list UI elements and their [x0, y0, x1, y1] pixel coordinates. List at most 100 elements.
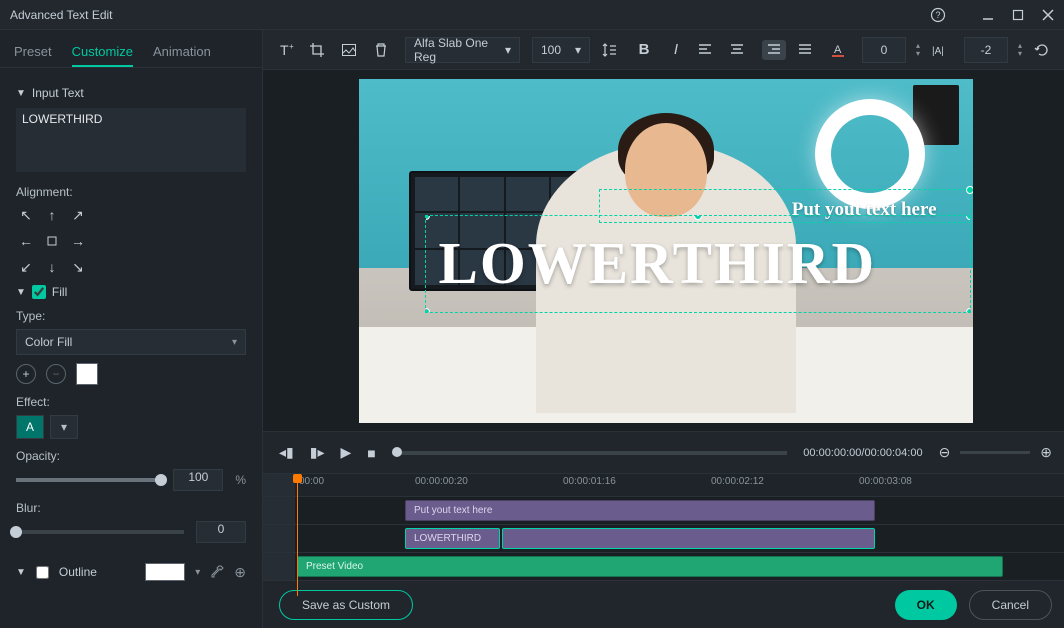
window-title: Advanced Text Edit: [10, 8, 930, 22]
text-color-icon[interactable]: A: [830, 42, 850, 58]
chevron-down-icon: ▾: [505, 43, 511, 57]
fill-type-select[interactable]: Color Fill ▾: [16, 329, 246, 355]
align-bc-icon[interactable]: ↓: [42, 257, 62, 277]
char-spacing-input[interactable]: 0: [862, 37, 906, 63]
add-text-icon[interactable]: T+: [277, 41, 297, 59]
align-tl-icon[interactable]: ↖: [16, 205, 36, 225]
input-text-header[interactable]: ▼ Input Text: [16, 86, 246, 100]
opacity-label: Opacity:: [16, 449, 246, 463]
zoom-slider[interactable]: [960, 451, 1030, 454]
chevron-down-icon: ▾: [575, 43, 581, 57]
sidebar-tabs: Preset Customize Animation: [0, 30, 262, 68]
spin-down-icon[interactable]: ▾: [1018, 50, 1022, 58]
align-bl-icon[interactable]: ↙: [16, 257, 36, 277]
align-left-icon[interactable]: [698, 43, 718, 57]
preview-maintext[interactable]: LOWERTHIRD: [439, 229, 945, 298]
chevron-down-icon: ▾: [232, 337, 237, 348]
kerning-input[interactable]: -2: [964, 37, 1008, 63]
remove-color-button[interactable]: −: [46, 364, 66, 384]
collapse-icon: ▼: [16, 88, 26, 99]
blur-label: Blur:: [16, 501, 246, 515]
outline-header[interactable]: ▼ Outline ▾ ⊕: [16, 563, 246, 581]
chevron-down-icon: ▾: [195, 567, 200, 578]
timeline-clip-video[interactable]: Preset Video: [297, 556, 1003, 577]
blur-value[interactable]: 0: [196, 521, 246, 543]
timeline-clip-text2b[interactable]: [502, 528, 875, 549]
playback-bar: ◂▮ ▮▸ ▶ ■ 00:00:00:00/00:00:04:00 ⊖ ⊕: [263, 431, 1064, 473]
align-ml-icon[interactable]: ←: [16, 231, 36, 251]
tab-customize[interactable]: Customize: [72, 38, 133, 67]
playhead[interactable]: [297, 474, 298, 596]
outline-checkbox[interactable]: [36, 566, 49, 579]
opacity-value[interactable]: 100: [173, 469, 223, 491]
effect-option-more[interactable]: ▾: [50, 415, 78, 439]
tab-preset[interactable]: Preset: [14, 38, 52, 67]
align-justify-icon[interactable]: [798, 43, 818, 57]
chevron-down-icon: ▾: [61, 420, 67, 434]
align-center-icon[interactable]: [730, 43, 750, 57]
letter-spacing-icon[interactable]: |A|: [932, 43, 952, 57]
effect-option-1[interactable]: A: [16, 415, 44, 439]
close-icon[interactable]: [1042, 9, 1054, 21]
align-center-icon[interactable]: [42, 231, 62, 251]
eyedropper-icon[interactable]: [210, 565, 224, 579]
alignment-label: Alignment:: [16, 185, 246, 199]
fill-checkbox[interactable]: [32, 285, 46, 299]
content-area: T+ Alfa Slab One Reg ▾ 100 ▾ B I A 0 ▴▾ …: [263, 30, 1064, 628]
type-label: Type:: [16, 309, 246, 323]
line-height-icon[interactable]: [602, 42, 622, 58]
align-br-icon[interactable]: ↘: [68, 257, 88, 277]
italic-icon[interactable]: I: [666, 41, 686, 58]
outline-color-swatch[interactable]: [145, 563, 185, 581]
help-icon[interactable]: ?: [930, 7, 946, 23]
bold-icon[interactable]: B: [634, 41, 654, 58]
cancel-button[interactable]: Cancel: [969, 590, 1052, 620]
alignment-grid: ↖ ↑ ↗ ← → ↙ ↓ ↘: [16, 205, 246, 277]
align-right-icon[interactable]: [762, 40, 786, 60]
align-mr-icon[interactable]: →: [68, 231, 88, 251]
tab-animation[interactable]: Animation: [153, 38, 211, 67]
ok-button[interactable]: OK: [895, 590, 957, 620]
add-outline-icon[interactable]: ⊕: [234, 564, 246, 581]
blur-slider[interactable]: [16, 530, 184, 534]
stop-icon[interactable]: ■: [367, 445, 375, 461]
opacity-slider[interactable]: [16, 478, 161, 482]
image-icon[interactable]: [341, 42, 361, 58]
delete-icon[interactable]: [373, 42, 393, 58]
add-color-button[interactable]: +: [16, 364, 36, 384]
zoom-in-icon[interactable]: ⊕: [1040, 444, 1052, 461]
next-frame-icon[interactable]: ▮▸: [310, 444, 325, 461]
preview-area: Put yout text here LOWERTHIRD: [263, 70, 1064, 431]
video-preview[interactable]: Put yout text here LOWERTHIRD: [359, 79, 973, 423]
font-family-select[interactable]: Alfa Slab One Reg ▾: [405, 37, 520, 63]
play-icon[interactable]: ▶: [340, 444, 351, 461]
prev-frame-icon[interactable]: ◂▮: [279, 444, 294, 461]
input-text-field[interactable]: LOWERTHIRD: [16, 108, 246, 172]
timeline: 00:00 00:00:00:20 00:00:01:16 00:00:02:1…: [263, 473, 1064, 580]
save-as-custom-button[interactable]: Save as Custom: [279, 590, 413, 620]
fill-header[interactable]: ▼ Fill: [16, 285, 246, 299]
crop-icon[interactable]: [309, 42, 329, 58]
svg-text:A: A: [834, 44, 842, 56]
svg-text:?: ?: [935, 10, 940, 20]
preview-subtext[interactable]: Put yout text here: [792, 199, 937, 221]
minimize-icon[interactable]: [982, 9, 994, 21]
reset-icon[interactable]: [1034, 42, 1054, 58]
text-toolbar: T+ Alfa Slab One Reg ▾ 100 ▾ B I A 0 ▴▾ …: [263, 30, 1064, 70]
align-tc-icon[interactable]: ↑: [42, 205, 62, 225]
color-swatch[interactable]: [76, 363, 98, 385]
align-tr-icon[interactable]: ↗: [68, 205, 88, 225]
zoom-out-icon[interactable]: ⊖: [939, 444, 951, 461]
timeline-ruler[interactable]: 00:00 00:00:00:20 00:00:01:16 00:00:02:1…: [295, 474, 1064, 496]
font-size-select[interactable]: 100 ▾: [532, 37, 590, 63]
titlebar: Advanced Text Edit ?: [0, 0, 1064, 30]
maximize-icon[interactable]: [1012, 9, 1024, 21]
playback-time: 00:00:00:00/00:00:04:00: [803, 447, 922, 459]
svg-text:|A|: |A|: [932, 46, 944, 57]
spin-down-icon[interactable]: ▾: [916, 50, 920, 58]
timeline-clip-text1[interactable]: Put yout text here: [405, 500, 875, 521]
playback-progress[interactable]: [392, 451, 788, 455]
svg-text:+: +: [289, 42, 294, 51]
timeline-clip-text2[interactable]: LOWERTHIRD: [405, 528, 500, 549]
footer: Save as Custom OK Cancel: [263, 580, 1064, 628]
